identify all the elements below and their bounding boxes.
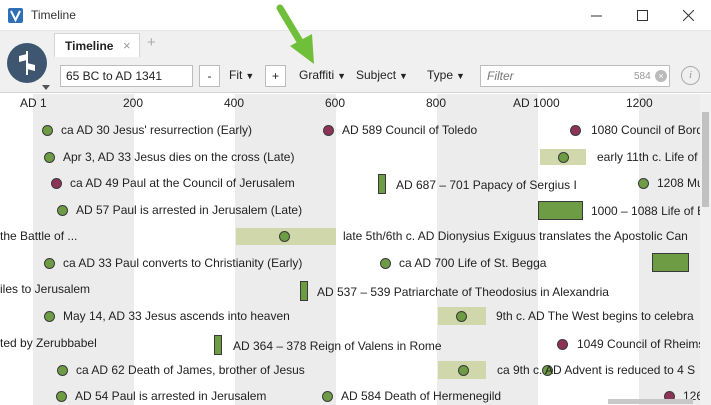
event-label[interactable]: May 14, AD 33 Jesus ascends into heaven xyxy=(63,308,290,324)
event-marker[interactable] xyxy=(558,152,569,163)
panel-logo[interactable] xyxy=(7,43,47,83)
event-label[interactable]: AD 364 – 378 Reign of Valens in Rome xyxy=(233,338,442,354)
event-range-bar[interactable] xyxy=(538,201,583,220)
event-label[interactable]: 1049 Council of Rheims xyxy=(577,336,700,352)
event-label[interactable]: AD 54 Paul is arrested in Jerusalem xyxy=(75,388,266,404)
annotation-arrow-icon xyxy=(276,4,314,64)
event-label[interactable]: AD 687 – 701 Papacy of Sergius I xyxy=(396,177,577,193)
event-label[interactable]: ca AD 62 Death of James, brother of Jesu… xyxy=(76,362,305,378)
axis-tick-label: AD 1 xyxy=(20,96,47,110)
era-band xyxy=(33,94,134,405)
event-marker[interactable] xyxy=(51,178,62,189)
fit-dropdown[interactable]: Fit ▼ xyxy=(229,68,254,82)
event-range-bar[interactable] xyxy=(300,281,308,301)
event-label[interactable]: ca AD 49 Paul at the Council of Jerusale… xyxy=(70,175,295,191)
event-marker[interactable] xyxy=(570,125,581,136)
axis-tick-label: 400 xyxy=(224,96,245,110)
maximize-button[interactable] xyxy=(619,0,665,31)
maximize-icon xyxy=(636,10,648,21)
graffiti-dropdown[interactable]: Graffiti ▼ xyxy=(299,68,346,82)
event-range-bar[interactable] xyxy=(214,335,222,355)
zoom-out-button[interactable]: - xyxy=(199,65,220,87)
scrollbar-thumb[interactable] xyxy=(702,112,709,207)
event-label[interactable]: 9th c. AD The West begins to celebra xyxy=(496,308,694,324)
event-marker[interactable] xyxy=(323,125,334,136)
event-label[interactable]: AD 584 Death of Hermenegild xyxy=(341,388,501,404)
event-marker[interactable] xyxy=(557,339,568,350)
event-label[interactable]: ca 9th c. AD Advent is reduced to 4 S xyxy=(497,362,695,378)
event-label[interactable]: ted by Zerubbabel xyxy=(0,335,97,351)
subject-dropdown[interactable]: Subject ▼ xyxy=(356,68,408,82)
horizontal-scrollbar-thumb[interactable] xyxy=(608,399,693,404)
event-label[interactable]: late 5th/6th c. AD Dionysius Exiguus tra… xyxy=(343,228,688,244)
event-label[interactable]: 1000 – 1088 Life of B xyxy=(591,203,700,219)
event-label[interactable]: the Battle of ... xyxy=(0,228,77,244)
event-label[interactable]: ca AD 700 Life of St. Begga xyxy=(399,255,546,271)
fit-label: Fit xyxy=(229,68,243,82)
event-label[interactable]: 1080 Council of Bordeaux xyxy=(591,122,700,138)
event-range-bar[interactable] xyxy=(652,253,689,272)
chevron-down-icon: ▼ xyxy=(456,71,465,81)
event-label[interactable]: AD 589 Council of Toledo xyxy=(342,122,477,138)
tab-timeline[interactable]: Timeline × xyxy=(54,33,140,57)
chevron-down-icon: ▼ xyxy=(399,71,408,81)
event-marker[interactable] xyxy=(57,365,68,376)
event-range-bar[interactable] xyxy=(378,174,386,194)
type-dropdown[interactable]: Type ▼ xyxy=(427,68,465,82)
axis-tick-label: 1200 xyxy=(626,96,653,110)
event-marker[interactable] xyxy=(44,258,55,269)
event-marker[interactable] xyxy=(458,365,469,376)
window-title: Timeline xyxy=(31,8,76,22)
axis-tick-label: AD 1000 xyxy=(513,96,560,110)
event-marker[interactable] xyxy=(42,125,53,136)
axis-tick-label: 600 xyxy=(325,96,346,110)
era-band xyxy=(437,94,538,405)
type-label: Type xyxy=(427,68,454,82)
info-icon[interactable]: i xyxy=(681,66,700,85)
event-marker[interactable] xyxy=(279,231,290,242)
chevron-down-icon: ▼ xyxy=(337,71,347,81)
subject-label: Subject xyxy=(356,68,397,82)
event-marker[interactable] xyxy=(322,391,333,402)
minimize-button[interactable] xyxy=(573,0,619,31)
event-label[interactable]: ca AD 30 Jesus' resurrection (Early) xyxy=(61,122,252,138)
event-marker[interactable] xyxy=(380,258,391,269)
tab-label: Timeline xyxy=(65,39,114,53)
app-logo-icon xyxy=(8,8,23,23)
clear-filter-icon[interactable]: × xyxy=(655,70,667,82)
axis-tick-label: 200 xyxy=(123,96,144,110)
event-label[interactable]: AD 57 Paul is arrested in Jerusalem (Lat… xyxy=(76,202,302,218)
timeline-view[interactable]: AD 1 200 400 600 800 AD 1000 1200 ca AD … xyxy=(0,94,700,405)
event-marker[interactable] xyxy=(44,311,55,322)
date-range-input[interactable] xyxy=(60,65,193,87)
event-label[interactable]: 1208 Mu xyxy=(657,175,700,191)
event-marker[interactable] xyxy=(44,152,55,163)
event-marker[interactable] xyxy=(638,178,649,189)
timeline-header: Timeline × + - Fit▼ + Graffiti▼ Subject▼… xyxy=(0,31,711,93)
event-label[interactable]: iles to Jerusalem xyxy=(0,281,90,297)
tab-close-icon[interactable]: × xyxy=(123,38,131,53)
event-label[interactable]: Apr 3, AD 33 Jesus dies on the cross (La… xyxy=(63,149,294,165)
event-marker[interactable] xyxy=(56,391,67,402)
close-icon xyxy=(682,10,694,21)
era-band xyxy=(639,94,700,405)
title-bar: Timeline xyxy=(0,0,711,31)
logo-menu-arrow-icon xyxy=(42,85,50,90)
event-marker[interactable] xyxy=(456,311,467,322)
event-label[interactable]: ca AD 33 Paul converts to Christianity (… xyxy=(63,255,302,271)
event-marker[interactable] xyxy=(57,205,68,216)
graffiti-label: Graffiti xyxy=(299,68,335,82)
event-label[interactable]: AD 537 – 539 Patriarchate of Theodosius … xyxy=(317,284,609,300)
axis-tick-label: 800 xyxy=(426,96,447,110)
chevron-down-icon: ▼ xyxy=(245,71,255,81)
flag-logo-icon xyxy=(19,51,35,75)
minimize-icon xyxy=(590,15,602,17)
filter-count: 584 xyxy=(634,71,651,82)
add-tab-button[interactable]: + xyxy=(147,34,156,51)
event-label[interactable]: early 11th c. Life of xyxy=(597,149,698,165)
era-band xyxy=(235,94,336,405)
vertical-scrollbar[interactable] xyxy=(700,94,711,405)
close-button[interactable] xyxy=(665,0,711,31)
